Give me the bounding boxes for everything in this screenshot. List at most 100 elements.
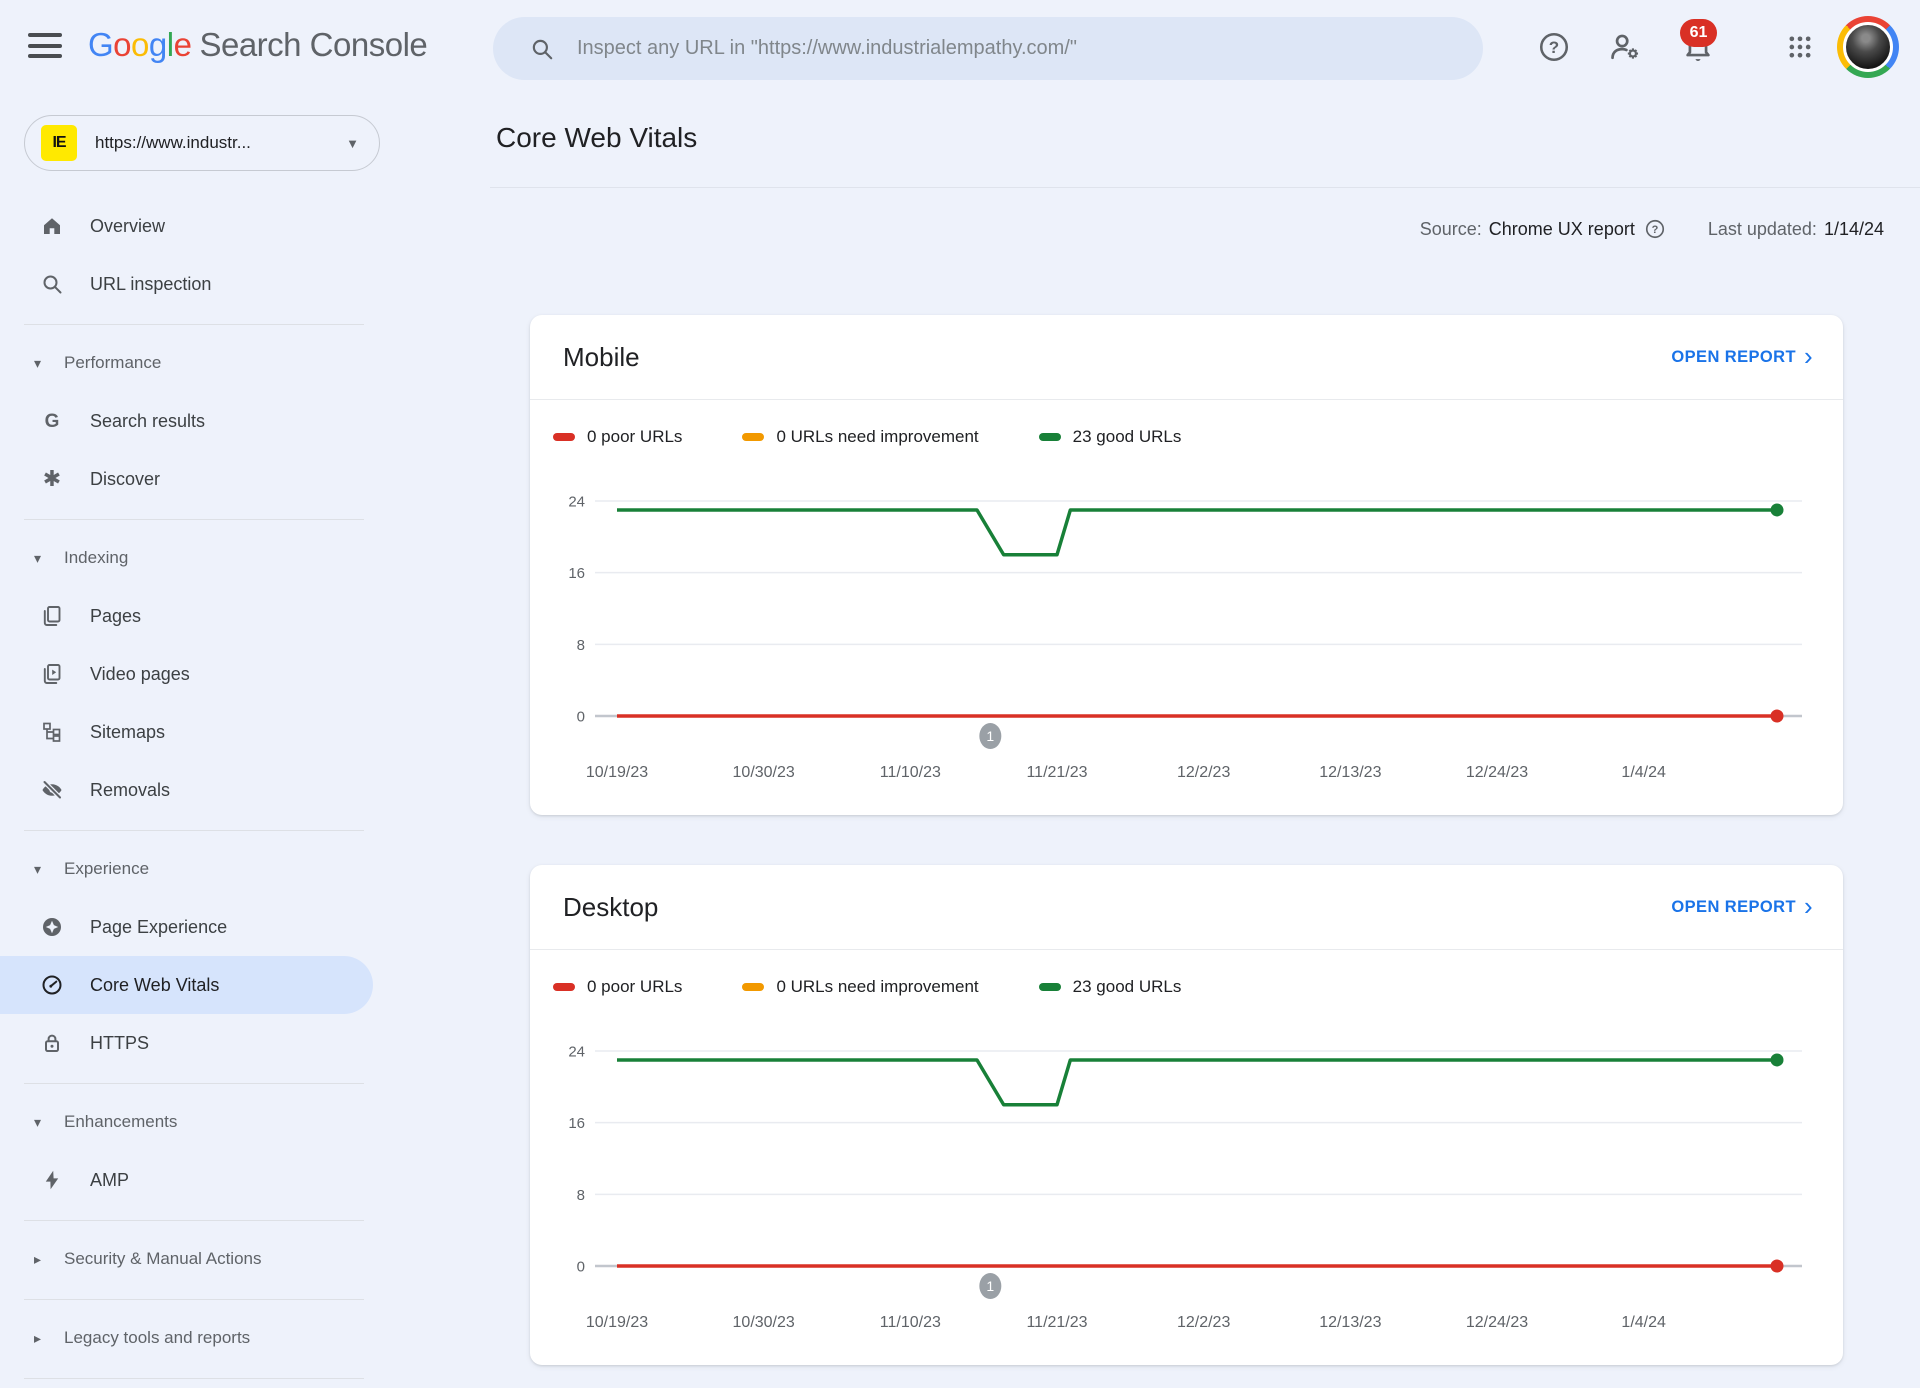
sidebar-item-removals[interactable]: Removals <box>0 761 380 819</box>
sidebar-section-enhancements[interactable]: ▾ Enhancements <box>0 1093 380 1151</box>
good-URLs-line <box>617 508 1777 557</box>
svg-text:G: G <box>45 411 60 432</box>
sitemaps-icon <box>40 719 66 745</box>
legend-item-poor: 0 poor URLs <box>553 427 682 447</box>
page-title: Core Web Vitals <box>496 122 698 153</box>
source-value: Chrome UX report <box>1488 218 1635 239</box>
series-end-dot <box>1770 503 1784 517</box>
desktop-cwv-chart: 0 8 16 24 10/19/23 10/30/23 11/10/23 11/21/23 12… <box>568 1044 1802 1331</box>
sidebar-nav: Overview URL inspection ▾ Performance G … <box>0 197 380 1388</box>
legend-dash <box>742 983 765 991</box>
sidebar-item-amp[interactable]: AMP <box>0 1151 380 1209</box>
chevron-down-icon: ▾ <box>34 354 42 371</box>
sidebar-section-indexing[interactable]: ▾ Indexing <box>0 529 380 587</box>
discover-asterisk-icon: ✱ <box>40 466 66 492</box>
legend-item-good: 23 good URLs <box>1038 427 1181 447</box>
help-icon[interactable]: ? <box>1537 30 1571 64</box>
property-selector[interactable]: IE https://www.industr... ▼ <box>24 115 380 171</box>
x-axis-tick-label: 11/21/23 <box>1026 764 1087 781</box>
legend-dash <box>742 433 765 441</box>
search-input[interactable] <box>577 37 1437 60</box>
user-settings-icon[interactable] <box>1608 30 1642 64</box>
user-avatar[interactable] <box>1837 16 1899 78</box>
x-axis-tick-label: 12/24/23 <box>1466 1314 1528 1331</box>
sidebar-divider <box>24 1220 364 1221</box>
legend-dash <box>553 983 575 991</box>
sidebar-item-discover[interactable]: ✱ Discover <box>0 450 380 508</box>
y-axis-tick-label: 0 <box>577 1259 585 1276</box>
x-axis-tick-label: 1/4/24 <box>1621 1314 1666 1331</box>
sidebar-section-experience[interactable]: ▾ Experience <box>0 840 380 898</box>
removals-eye-off-icon <box>40 777 66 803</box>
chevron-right-icon: › <box>1803 341 1813 371</box>
last-updated-label: Last updated: <box>1707 218 1817 239</box>
legend-item-good: 23 good URLs <box>1038 977 1181 997</box>
y-axis-tick-label: 8 <box>577 1187 585 1204</box>
annotation-label: 1 <box>986 728 994 744</box>
url-inspect-searchbar[interactable] <box>493 17 1483 80</box>
legend-dash <box>553 433 575 441</box>
sidebar-item-https[interactable]: HTTPS <box>0 1014 380 1072</box>
sidebar-item-url-inspection[interactable]: URL inspection <box>0 255 380 313</box>
video-pages-icon <box>40 661 66 687</box>
open-report-button[interactable]: OPEN REPORT › <box>1671 893 1813 919</box>
x-axis-tick-label: 10/30/23 <box>733 1314 795 1331</box>
home-icon <box>40 213 66 239</box>
chevron-down-icon: ▾ <box>34 1113 42 1130</box>
sidebar-divider <box>24 1378 364 1379</box>
y-axis-tick-label: 8 <box>577 637 585 654</box>
y-axis-tick-label: 0 <box>577 709 585 726</box>
legend-item-needs-improvement: 0 URLs need improvement <box>742 977 979 997</box>
svg-text:?: ? <box>1651 224 1658 236</box>
core-web-vitals-icon <box>40 972 66 998</box>
sidebar-item-core-web-vitals[interactable]: Core Web Vitals <box>0 956 373 1014</box>
y-axis-tick-label: 24 <box>568 494 585 511</box>
apps-grid-icon[interactable] <box>1786 33 1814 61</box>
sidebar-item-page-experience[interactable]: Page Experience <box>0 898 380 956</box>
series-end-dot <box>1770 1259 1784 1273</box>
sidebar-item-pages[interactable]: Pages <box>0 587 380 645</box>
sidebar-divider <box>24 830 364 831</box>
property-favicon: IE <box>41 125 77 161</box>
x-axis-tick-label: 10/30/23 <box>733 764 795 781</box>
good-URLs-line <box>617 1058 1777 1107</box>
mobile-card: Mobile OPEN REPORT › 0 poor URLs 0 URLs … <box>530 315 1843 815</box>
x-axis-tick-label: 11/21/23 <box>1026 1314 1087 1331</box>
sidebar-section-legacy-tools[interactable]: ▸ Legacy tools and reports <box>0 1309 380 1367</box>
sidebar-divider <box>24 1299 364 1300</box>
sidebar-item-video-pages[interactable]: Video pages <box>0 645 380 703</box>
legend-dash <box>1038 983 1061 991</box>
sidebar-section-security-manual-actions[interactable]: ▸ Security & Manual Actions <box>0 1230 380 1288</box>
google-search-console-logo[interactable]: Google Search Console <box>88 26 428 64</box>
hamburger-icon[interactable] <box>28 33 64 61</box>
chevron-down-icon: ▼ <box>346 135 359 151</box>
google-g-icon: G <box>40 408 66 434</box>
sidebar-section-performance[interactable]: ▾ Performance <box>0 334 380 392</box>
card-title: Desktop <box>563 891 659 922</box>
sidebar-divider <box>24 324 364 325</box>
sidebar-divider <box>24 519 364 520</box>
lock-icon <box>40 1030 66 1056</box>
page-experience-icon <box>40 914 66 940</box>
sidebar-item-overview[interactable]: Overview <box>0 197 380 255</box>
svg-text:?: ? <box>1549 38 1559 57</box>
x-axis-tick-label: 10/19/23 <box>586 1314 648 1331</box>
help-icon[interactable]: ? <box>1644 218 1666 240</box>
series-end-dot <box>1770 709 1784 723</box>
open-report-button[interactable]: OPEN REPORT › <box>1671 341 1813 371</box>
desktop-card-header: Desktop OPEN REPORT › <box>530 865 1843 950</box>
chevron-right-icon: ▸ <box>34 1329 42 1346</box>
sidebar-item-search-results[interactable]: G Search results <box>0 392 380 450</box>
chevron-down-icon: ▾ <box>34 549 42 566</box>
logo-suffix: Search Console <box>199 26 428 63</box>
search-icon <box>532 39 553 59</box>
x-axis-tick-label: 11/10/23 <box>880 764 941 781</box>
chevron-down-icon: ▾ <box>34 860 42 877</box>
y-axis-tick-label: 16 <box>568 1115 585 1132</box>
app-header: GoogleSearch Console ? 61 <box>0 0 1920 94</box>
mobile-card-header: Mobile OPEN REPORT › <box>530 315 1843 400</box>
x-axis-tick-label: 11/10/23 <box>880 1314 941 1331</box>
chart-legend: 0 poor URLs 0 URLs need improvement 23 g… <box>553 977 1241 997</box>
sidebar-item-sitemaps[interactable]: Sitemaps <box>0 703 380 761</box>
y-axis-tick-label: 16 <box>568 565 585 582</box>
